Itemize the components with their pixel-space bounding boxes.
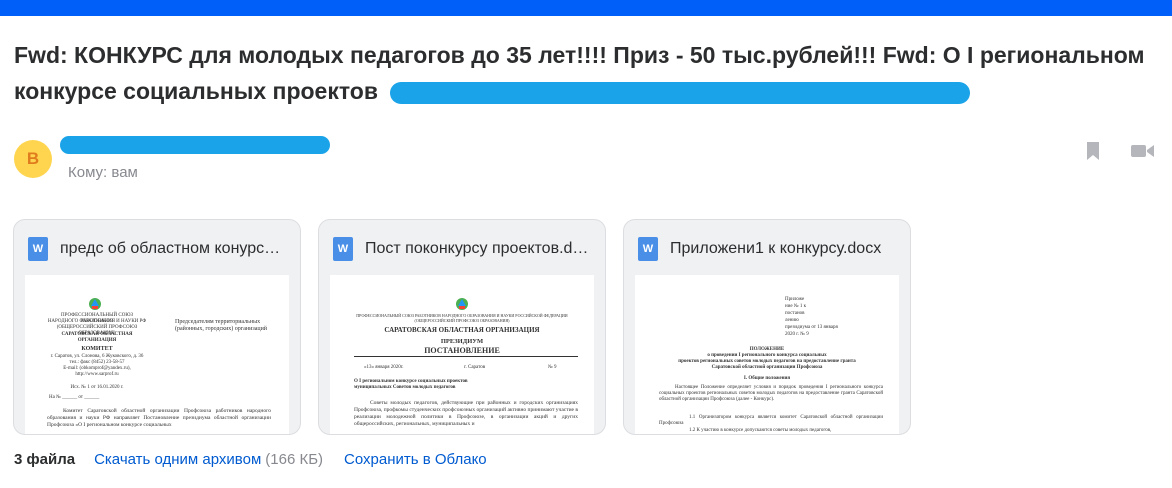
top-bar <box>0 0 1172 16</box>
attachment-preview[interactable]: ПРОФЕССИОНАЛЬНЫЙ СОЮЗ РАБОТНИКОВ НАРОДНО… <box>25 275 289 434</box>
preview-subtitle: Саратовской областной организации Профсо… <box>711 365 823 370</box>
redacted-sender-email <box>60 136 330 154</box>
word-doc-icon: W <box>333 237 353 261</box>
attachment-card[interactable]: W Пост поконкурсу проектов.docx ПРОФЕССИ… <box>318 219 606 435</box>
word-doc-icon: W <box>28 237 48 261</box>
preview-number: № 9 <box>548 365 557 370</box>
preview-item: 1.2 К участию в конкурсе допускаются сов… <box>689 428 832 433</box>
preview-body: Советы молодых педагогов, действующие пр… <box>354 400 578 427</box>
union-logo-icon <box>456 298 468 310</box>
preview-recipients: Председателям территориальных <box>175 319 261 325</box>
preview-appendix: президиума от 13 января <box>785 325 838 330</box>
attachment-preview[interactable]: Приложе ние № 1 к постанов лению президи… <box>635 275 899 434</box>
preview-section: I. Общие положения <box>743 376 791 381</box>
attachment-preview[interactable]: ПРОФЕССИОНАЛЬНЫЙ СОЮЗ РАБОТНИКОВ НАРОДНО… <box>330 275 594 434</box>
preview-committee: КОМИТЕТ <box>81 346 113 352</box>
subject-line-2-text: конкурсе социальных проектов <box>14 78 378 104</box>
preview-body: Настоящее Положение определяет условия и… <box>659 385 883 402</box>
attachment-name: Приложени1 к конкурсу.docx <box>670 240 882 257</box>
save-to-cloud-link[interactable]: Сохранить в Облако <box>344 451 487 468</box>
preview-appendix: ние № 1 к <box>785 304 807 309</box>
preview-recipients: (районных, городских) организаций <box>175 326 268 332</box>
preview-address: E-mail: (obkomprof@yandex.ru), http://ww… <box>63 366 131 377</box>
download-archive-link[interactable]: Скачать одним архивом <box>94 451 261 468</box>
preview-org-line: ОРГАНИЗАЦИЯ <box>77 338 117 343</box>
attachment-card[interactable]: W Приложени1 к конкурсу.docx Приложе ние… <box>623 219 911 435</box>
word-doc-icon: W <box>638 237 658 261</box>
preview-appendix: лению <box>785 318 799 323</box>
preview-topic: муниципальных Советов молодых педагогов <box>354 385 456 390</box>
preview-presidium: ПРЕЗИДИУМ <box>440 338 484 345</box>
video-call-icon[interactable] <box>1130 141 1154 161</box>
preview-divider <box>354 356 578 357</box>
preview-ref: Исх. № 1 от 16.01.2020 г. <box>70 385 124 390</box>
bookmark-icon[interactable] <box>1083 141 1107 161</box>
attachment-name: Пост поконкурсу проектов.docx <box>365 240 591 257</box>
preview-decree: ПОСТАНОВЛЕНИЕ <box>424 346 500 355</box>
preview-org-line: (ОБЩЕРОССИЙСКИЙ ПРОФСОЮЗ ОБРАЗОВАНИЯ) <box>414 318 510 323</box>
union-logo-icon <box>89 298 101 310</box>
preview-ref: На № ______ от ______ <box>49 395 100 400</box>
subject-line-1: Fwd: КОНКУРС для молодых педагогов до 35… <box>14 42 1145 68</box>
attachments-footer: 3 файла Скачать одним архивом (166 КБ) С… <box>14 451 487 468</box>
preview-appendix: Приложе <box>785 297 805 302</box>
archive-size: (166 КБ) <box>265 451 324 468</box>
attachment-card[interactable]: W предс об областном конурсе.docx ПРОФЕС… <box>13 219 301 435</box>
preview-appendix: 2020 г. № 9 <box>785 332 809 337</box>
recipient-line[interactable]: Кому: вам <box>68 164 138 181</box>
preview-item: 1.1 Организатором конкурса является коми… <box>659 415 883 426</box>
preview-date: «13» января 2020г. <box>364 365 404 370</box>
preview-body: Комитет Саратовской областной организаци… <box>47 408 271 428</box>
attachment-count: 3 файла <box>14 451 76 468</box>
preview-city: г. Саратов <box>464 365 486 370</box>
avatar[interactable]: В <box>14 140 52 178</box>
email-subject: Fwd: КОНКУРС для молодых педагогов до 35… <box>14 37 1172 109</box>
preview-org-title: САРАТОВСКАЯ ОБЛАСТНАЯ ОРГАНИЗАЦИЯ <box>384 326 540 334</box>
redacted-sender-name <box>390 81 971 104</box>
attachment-name: предс об областном конурсе.docx <box>60 240 286 257</box>
preview-appendix: постанов <box>785 311 805 316</box>
subject-line-2: конкурсе социальных проектов <box>14 73 1172 109</box>
